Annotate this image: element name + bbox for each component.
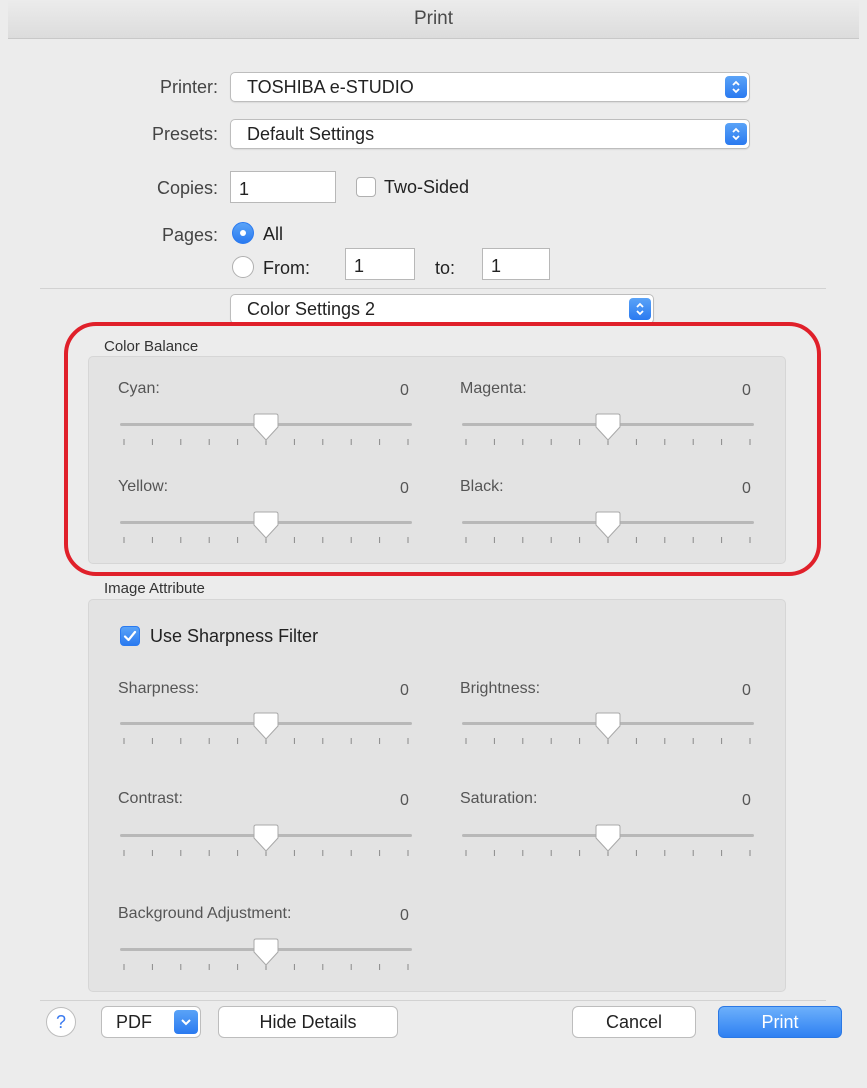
background-adjustment-label: Background Adjustment: — [118, 905, 292, 922]
pages-all-radio[interactable] — [232, 222, 254, 244]
hide-details-button[interactable]: Hide Details — [218, 1006, 398, 1038]
chevron-down-icon — [174, 1010, 198, 1034]
cancel-label: Cancel — [605, 1011, 663, 1032]
image-attribute-panel — [88, 599, 786, 992]
sharpness-value: 0 — [400, 682, 409, 699]
pages-to-label: to: — [435, 258, 456, 278]
chevron-updown-icon — [629, 298, 651, 320]
contrast-value: 0 — [400, 792, 409, 809]
contrast-slider-thumb-icon[interactable] — [253, 823, 279, 853]
saturation-label: Saturation: — [460, 790, 538, 807]
two-sided-label: Two-Sided — [384, 177, 470, 197]
sharpness-slider-thumb-icon[interactable] — [253, 711, 279, 741]
sharpness-filter-label: Use Sharpness Filter — [150, 626, 319, 646]
pages-all-label: All — [263, 224, 284, 244]
chevron-updown-icon — [725, 76, 747, 98]
highlight-outline — [64, 322, 821, 576]
printer-select[interactable]: TOSHIBA e-STUDIO — [230, 72, 750, 102]
printer-label: Printer: — [159, 77, 218, 97]
presets-label: Presets: — [151, 124, 218, 144]
sharpness-filter-checkbox[interactable] — [120, 626, 140, 646]
hide-details-label: Hide Details — [259, 1011, 357, 1032]
saturation-slider-thumb-icon[interactable] — [595, 823, 621, 853]
pages-from-radio[interactable] — [232, 256, 254, 278]
panel-select-value: Color Settings 2 — [247, 298, 376, 319]
footer-separator — [40, 1000, 826, 1001]
brightness-value: 0 — [742, 682, 751, 699]
pages-from-label: From: — [263, 258, 310, 278]
sharpness-label: Sharpness: — [118, 680, 199, 697]
help-icon: ? — [55, 1011, 66, 1032]
brightness-slider-thumb-icon[interactable] — [595, 711, 621, 741]
image-attribute-title: Image Attribute — [104, 580, 205, 597]
pages-label: Pages: — [161, 225, 218, 245]
print-label: Print — [761, 1011, 799, 1032]
copies-label: Copies: — [156, 178, 218, 198]
window-titlebar: Print — [8, 0, 859, 39]
checkmark-icon — [123, 630, 137, 642]
contrast-label: Contrast: — [118, 790, 183, 807]
presets-select[interactable]: Default Settings — [230, 119, 750, 149]
panel-select[interactable]: Color Settings 2 — [230, 294, 654, 324]
brightness-label: Brightness: — [460, 680, 541, 697]
copies-input[interactable]: 1 — [230, 171, 336, 203]
saturation-value: 0 — [742, 792, 751, 809]
pages-from-input[interactable]: 1 — [345, 248, 415, 280]
cancel-button[interactable]: Cancel — [572, 1006, 696, 1038]
window-title: Print — [413, 8, 454, 29]
separator — [40, 288, 826, 289]
help-button[interactable]: ? — [46, 1007, 76, 1037]
two-sided-checkbox[interactable] — [356, 177, 376, 197]
pages-to-input[interactable]: 1 — [482, 248, 550, 280]
printer-value: TOSHIBA e-STUDIO — [247, 76, 414, 97]
background-adjustment-value: 0 — [400, 907, 409, 924]
presets-value: Default Settings — [247, 123, 375, 144]
chevron-updown-icon — [725, 123, 747, 145]
pdf-label: PDF — [116, 1011, 152, 1032]
print-button[interactable]: Print — [718, 1006, 842, 1038]
pdf-menu-button[interactable]: PDF — [101, 1006, 201, 1038]
background-adjustment-slider-thumb-icon[interactable] — [253, 937, 279, 967]
